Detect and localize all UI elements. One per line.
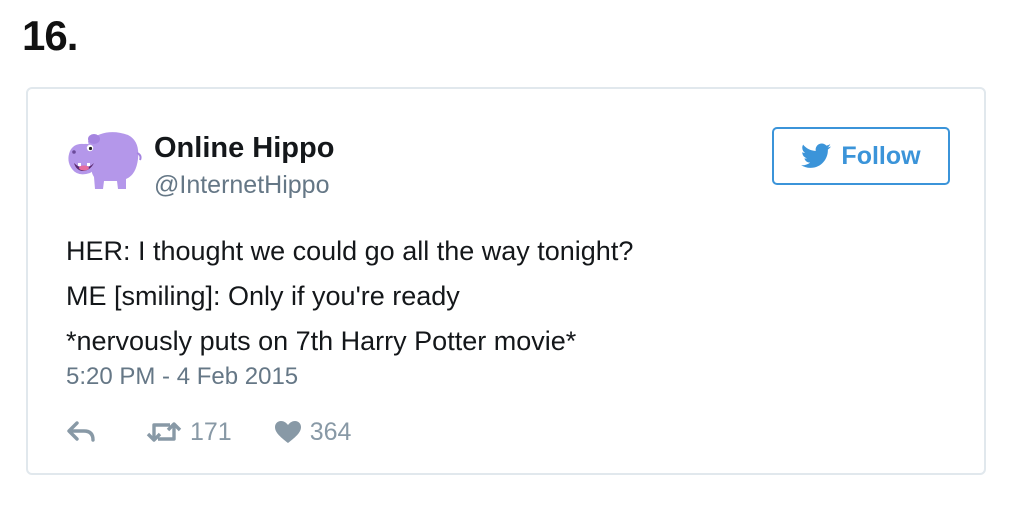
tweet-actions: 171 364 — [66, 415, 351, 449]
tweet-timestamp[interactable]: 5:20 PM - 4 Feb 2015 — [66, 362, 298, 392]
heart-icon — [274, 421, 301, 443]
reply-button[interactable] — [66, 421, 100, 443]
tweet-card: Online Hippo @InternetHippo Follow HER: … — [26, 87, 986, 475]
follow-button[interactable]: Follow — [772, 127, 950, 185]
author-display-name[interactable]: Online Hippo — [154, 131, 334, 165]
avatar[interactable] — [66, 127, 142, 191]
retweet-icon — [146, 422, 182, 442]
like-button[interactable]: 364 — [274, 417, 352, 447]
tweet-text-line: ME [smiling]: Only if you're ready — [66, 281, 460, 311]
follow-label: Follow — [841, 141, 921, 170]
hippo-avatar-icon — [68, 132, 142, 189]
tweet-text-line: *nervously puts on 7th Harry Potter movi… — [66, 326, 577, 356]
twitter-bird-icon — [801, 143, 832, 168]
author-handle[interactable]: @InternetHippo — [154, 170, 329, 200]
retweet-button[interactable]: 171 — [146, 418, 232, 447]
reply-icon — [67, 421, 95, 442]
list-number: 16. — [22, 12, 78, 59]
like-count: 364 — [309, 417, 352, 446]
tweet-text: HER: I thought we could go all the way t… — [66, 229, 633, 364]
retweet-count: 171 — [190, 417, 232, 446]
tweet-text-line: HER: I thought we could go all the way t… — [66, 236, 634, 266]
